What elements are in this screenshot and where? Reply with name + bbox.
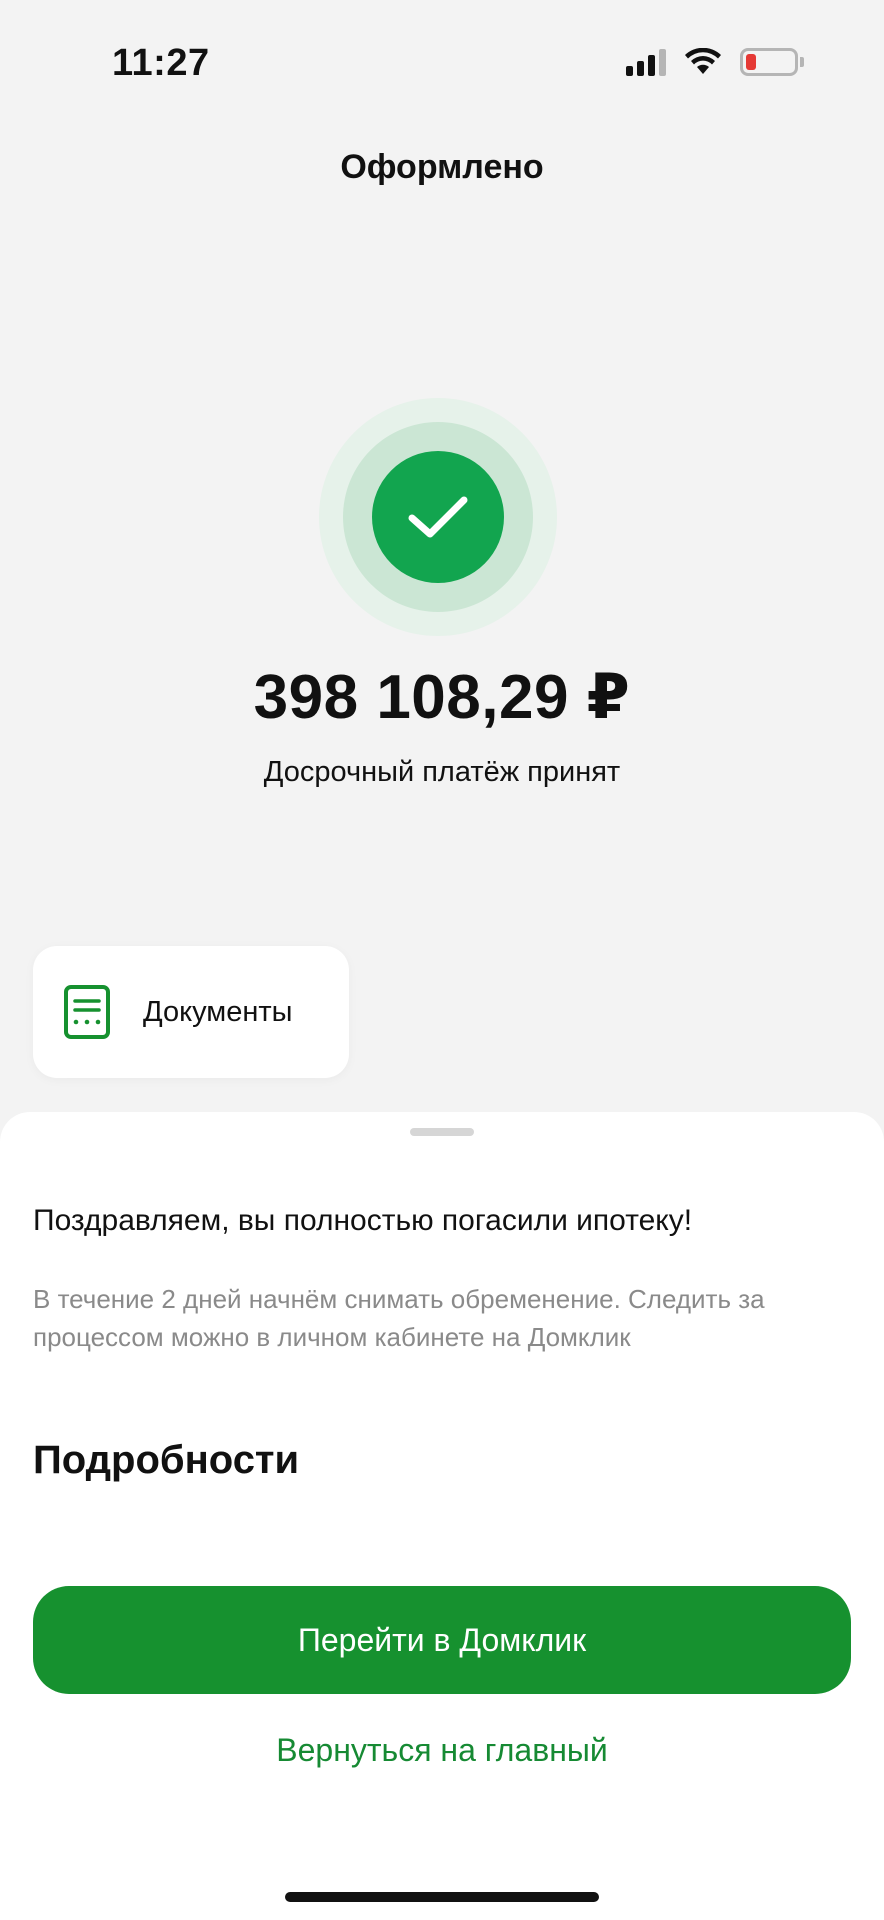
checkmark-icon <box>408 496 468 538</box>
payment-status-caption: Досрочный платёж принят <box>263 756 621 788</box>
sheet-drag-handle[interactable] <box>410 1128 474 1136</box>
status-icons <box>626 48 804 76</box>
documents-label: Документы <box>143 995 293 1028</box>
documents-card[interactable]: Документы <box>33 946 349 1078</box>
payment-success-screen: 11:27 Оформлено 398 108,29 ₽ Досрочный п… <box>0 0 884 1920</box>
success-indicator <box>319 398 557 636</box>
details-heading[interactable]: Подробности <box>33 1438 299 1483</box>
status-bar: 11:27 <box>0 0 884 130</box>
battery-icon <box>740 48 804 76</box>
document-icon <box>64 985 110 1039</box>
page-title: Оформлено <box>340 148 544 186</box>
bottom-sheet: Поздравляем, вы полностью погасили ипоте… <box>0 1112 884 1920</box>
back-to-main-link[interactable]: Вернуться на главный <box>0 1732 884 1769</box>
encumbrance-description: В течение 2 дней начнём снимать обремене… <box>33 1284 765 1352</box>
home-indicator <box>285 1892 599 1902</box>
cellular-signal-icon <box>626 48 666 76</box>
wifi-icon <box>685 48 721 74</box>
status-time: 11:27 <box>112 42 210 84</box>
go-to-domclick-button[interactable]: Перейти в Домклик <box>33 1586 851 1694</box>
payment-amount: 398 108,29 ₽ <box>253 663 631 732</box>
congratulations-title: Поздравляем, вы полностью погасили ипоте… <box>33 1204 693 1237</box>
